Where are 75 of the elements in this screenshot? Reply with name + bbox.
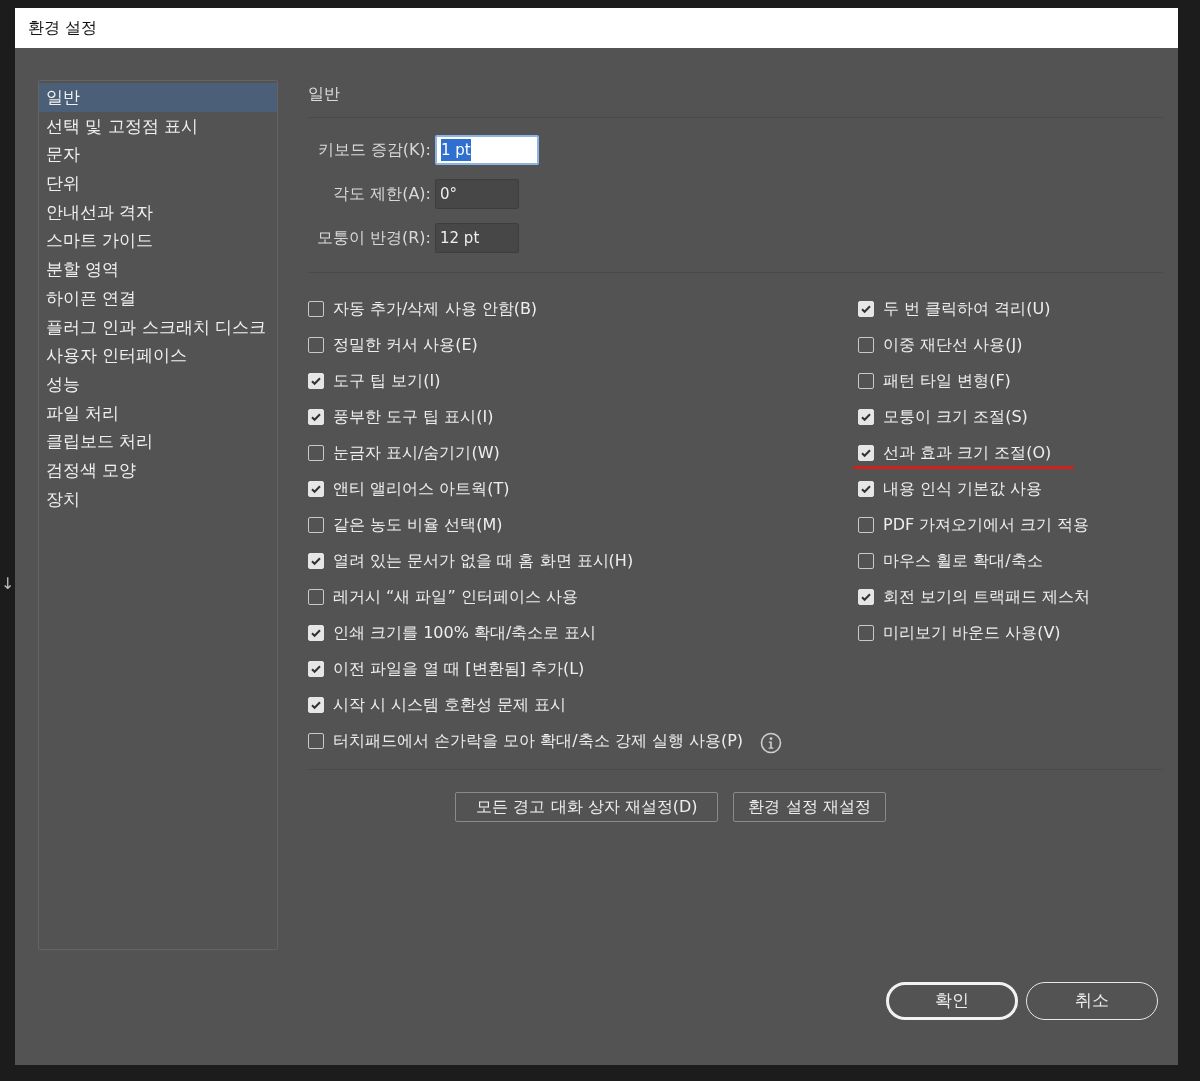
checkbox-label: 자동 추가/삭제 사용 안함(B) [333,298,538,320]
section-title: 일반 [308,83,341,105]
checkbox-label: 열려 있는 문서가 없을 때 홈 화면 표시(H) [333,550,634,572]
checkbox-label: 선과 효과 크기 조절(O) [883,442,1052,464]
checkbox[interactable] [308,589,324,605]
checkbox[interactable] [308,409,324,425]
checkbox[interactable] [858,481,874,497]
checkbox-label: 이중 재단선 사용(J) [883,334,1023,356]
sidebar-item[interactable]: 파일 처리 [39,398,277,428]
input-field[interactable]: 12 pt [435,223,519,253]
checkbox[interactable] [858,445,874,461]
arrow-icon: ↓ [1,574,15,594]
reset-button[interactable]: 모든 경고 대화 상자 재설정(D) [455,792,719,822]
sidebar-item[interactable]: 성능 [39,369,277,399]
checkbox[interactable] [308,553,324,569]
checkbox-label: 마우스 휠로 확대/축소 [883,550,1043,572]
checkbox-label: PDF 가져오기에서 크기 적용 [883,514,1090,536]
field-label: 각도 제한(A): [332,183,431,205]
sidebar-item[interactable]: 문자 [39,140,277,170]
checkbox[interactable] [858,553,874,569]
sidebar-item[interactable]: 단위 [39,169,277,198]
checkbox-label: 회전 보기의 트랙패드 제스처 [883,586,1091,608]
checkbox-label: 시작 시 시스템 호환성 문제 표시 [333,694,567,716]
input-field[interactable]: 0° [435,179,519,209]
window-title: 환경 설정 [28,17,98,39]
sidebar-item[interactable]: 플러그 인과 스크래치 디스크 [39,312,277,342]
checkbox[interactable] [308,445,324,461]
sidebar-item[interactable]: 선택 및 고정점 표시 [39,111,277,141]
checkbox-label: 도구 팁 보기(I) [333,370,441,392]
sidebar-item[interactable]: 사용자 인터페이스 [39,341,277,370]
checkbox[interactable] [308,517,324,533]
input-field[interactable]: 1 pt [435,135,539,165]
checkbox-label: 두 번 클릭하여 격리(U) [883,298,1051,320]
checkbox[interactable] [858,517,874,533]
field-label: 키보드 증감(K): [316,139,431,161]
sidebar-item[interactable]: 스마트 가이드 [39,226,277,256]
dialog-button[interactable]: 취소 [1026,982,1158,1020]
checkbox-label: 이전 파일을 열 때 [변환됨] 추가(L) [333,658,585,680]
sidebar-item[interactable]: 안내선과 격자 [39,197,277,227]
checkbox[interactable] [308,337,324,353]
checkbox-label: 미리보기 바운드 사용(V) [883,622,1061,644]
checkbox[interactable] [858,301,874,317]
checkbox[interactable] [308,301,324,317]
checkbox[interactable] [858,409,874,425]
checkbox[interactable] [858,589,874,605]
sidebar-item[interactable]: 클립보드 처리 [39,427,277,456]
checkbox[interactable] [858,625,874,641]
reset-button[interactable]: 환경 설정 재설정 [733,792,886,822]
field-label: 모퉁이 반경(R): [315,227,431,249]
checkbox[interactable] [858,373,874,389]
checkbox[interactable] [308,625,324,641]
checkbox-label: 터치패드에서 손가락을 모아 확대/축소 강제 실행 사용(P) [333,730,744,752]
sidebar-item[interactable]: 하이픈 연결 [39,283,277,313]
checkbox-label: 인쇄 크기를 100% 확대/축소로 표시 [333,622,597,644]
checkbox[interactable] [308,661,324,677]
checkbox[interactable] [308,373,324,389]
info-icon[interactable] [760,730,783,752]
sidebar-item[interactable]: 분할 영역 [39,255,277,284]
checkbox[interactable] [308,481,324,497]
checkbox-label: 앤티 앨리어스 아트웍(T) [333,478,510,500]
checkbox-label: 정밀한 커서 사용(E) [333,334,478,356]
dialog-button[interactable]: 확인 [886,982,1018,1020]
sidebar-item[interactable]: 장치 [39,484,277,514]
checkbox[interactable] [308,733,324,749]
checkbox-label: 풍부한 도구 팁 표시(I) [333,406,494,428]
checkbox-label: 같은 농도 비율 선택(M) [333,514,503,536]
checkbox-label: 레거시 “새 파일” 인터페이스 사용 [333,586,578,608]
checkbox-label: 모퉁이 크기 조절(S) [883,406,1028,428]
checkbox[interactable] [308,697,324,713]
checkbox-label: 눈금자 표시/숨기기(W) [333,442,500,464]
checkbox[interactable] [858,337,874,353]
sidebar-item[interactable]: 일반 [39,83,277,112]
checkbox-label: 내용 인식 기본값 사용 [883,478,1043,500]
sidebar-item[interactable]: 검정색 모양 [39,455,277,485]
checkbox-label: 패턴 타일 변형(F) [883,370,1011,392]
